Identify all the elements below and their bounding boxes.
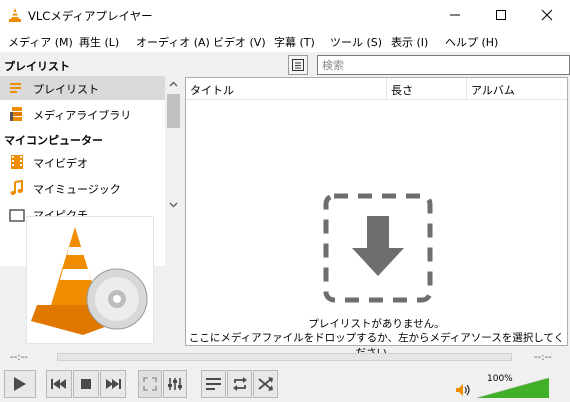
close-button[interactable] xyxy=(524,0,570,30)
sidebar: プレイリスト プレイリスト メディアライブラリ マイコンピューター マイビデオ … xyxy=(0,52,183,346)
minimize-icon xyxy=(450,14,460,16)
shuffle-icon xyxy=(257,377,273,391)
sidebar-scrollbar[interactable] xyxy=(165,76,182,266)
title-bar: VLCメディアプレイヤー xyxy=(0,0,570,30)
equalizer-icon xyxy=(168,378,182,390)
menu-subtitle[interactable]: 字幕 (T) xyxy=(274,34,315,50)
search-input[interactable] xyxy=(318,56,569,74)
column-duration[interactable]: 長さ xyxy=(391,82,413,98)
sidebar-item-playlist[interactable]: プレイリスト xyxy=(0,76,165,100)
loop-button[interactable] xyxy=(227,370,252,398)
shuffle-button[interactable] xyxy=(253,370,278,398)
menu-bar: メディア (M) 再生 (L) オーディオ (A) ビデオ (V) 字幕 (T)… xyxy=(0,30,570,52)
remaining-time: --:-- xyxy=(534,352,552,363)
stop-icon xyxy=(81,379,91,389)
sidebar-item-my-videos[interactable]: マイビデオ xyxy=(0,150,165,174)
album-art xyxy=(26,216,154,344)
column-divider[interactable] xyxy=(466,78,467,100)
seek-slider[interactable] xyxy=(57,353,512,361)
volume-icon[interactable] xyxy=(455,383,471,397)
window-title: VLCメディアプレイヤー xyxy=(28,9,153,23)
sidebar-header: プレイリスト xyxy=(4,60,70,73)
sidebar-scroll-thumb[interactable] xyxy=(167,94,180,128)
toggle-playlist-button[interactable] xyxy=(201,370,226,398)
search-field[interactable] xyxy=(317,55,570,75)
play-button[interactable] xyxy=(4,370,36,398)
sidebar-item-media-library[interactable]: メディアライブラリ xyxy=(0,102,165,126)
drop-target-icon xyxy=(323,193,433,303)
playlist-view-button[interactable] xyxy=(288,55,308,75)
playlist-toggle-icon xyxy=(205,378,221,390)
menu-media[interactable]: メディア (M) xyxy=(8,34,73,50)
playlist-column-header: タイトル 長さ アルバム xyxy=(186,78,567,100)
menu-help[interactable]: ヘルプ (H) xyxy=(445,34,498,50)
sidebar-item-label: プレイリスト xyxy=(33,83,99,96)
sidebar-section-my-computer: マイコンピューター xyxy=(4,134,103,147)
play-icon xyxy=(14,377,26,391)
music-icon xyxy=(10,180,23,195)
pictures-icon xyxy=(9,209,25,222)
next-button[interactable] xyxy=(100,370,126,398)
menu-audio[interactable]: オーディオ (A) xyxy=(136,34,210,50)
previous-icon xyxy=(51,379,66,389)
menu-playback[interactable]: 再生 (L) xyxy=(79,34,119,50)
column-album[interactable]: アルバム xyxy=(471,82,515,98)
fullscreen-icon xyxy=(143,377,157,391)
menu-tools[interactable]: ツール (S) xyxy=(330,34,382,50)
vlc-cone-cd-art-icon xyxy=(31,227,148,335)
playlist-icon xyxy=(10,83,21,93)
list-view-icon xyxy=(292,59,304,71)
menu-view[interactable]: 表示 (I) xyxy=(391,34,428,50)
stop-button[interactable] xyxy=(73,370,99,398)
empty-message-line1: プレイリストがありません。 xyxy=(308,318,445,330)
video-icon xyxy=(11,155,23,169)
next-icon xyxy=(106,379,121,389)
sidebar-item-label: マイミュージック xyxy=(33,183,121,196)
close-icon xyxy=(541,9,553,21)
previous-button[interactable] xyxy=(46,370,72,398)
scroll-up-icon[interactable] xyxy=(169,81,178,87)
extended-settings-button[interactable] xyxy=(163,370,187,398)
sidebar-item-label: メディアライブラリ xyxy=(33,109,132,122)
menu-video[interactable]: ビデオ (V) xyxy=(213,34,266,50)
sidebar-item-my-music[interactable]: マイミュージック xyxy=(0,176,165,200)
vlc-cone-icon xyxy=(9,8,21,22)
elapsed-time: --:-- xyxy=(10,352,28,363)
loop-icon xyxy=(232,377,247,391)
column-divider[interactable] xyxy=(386,78,387,100)
maximize-icon xyxy=(496,10,506,20)
fullscreen-button[interactable] xyxy=(138,370,162,398)
scroll-down-icon[interactable] xyxy=(169,202,178,208)
sidebar-item-label: マイビデオ xyxy=(33,157,88,170)
minimize-button[interactable] xyxy=(432,0,478,30)
media-library-icon xyxy=(10,107,22,121)
column-title[interactable]: タイトル xyxy=(190,82,234,98)
vlc-window: VLCメディアプレイヤー メディア (M) 再生 (L) オーディオ (A) ビ… xyxy=(0,0,570,402)
maximize-button[interactable] xyxy=(478,0,524,30)
playlist-area[interactable]: タイトル 長さ アルバム プレイリストがありません。 ここにメディアファイルをド… xyxy=(185,77,568,359)
volume-slider[interactable] xyxy=(477,378,549,398)
